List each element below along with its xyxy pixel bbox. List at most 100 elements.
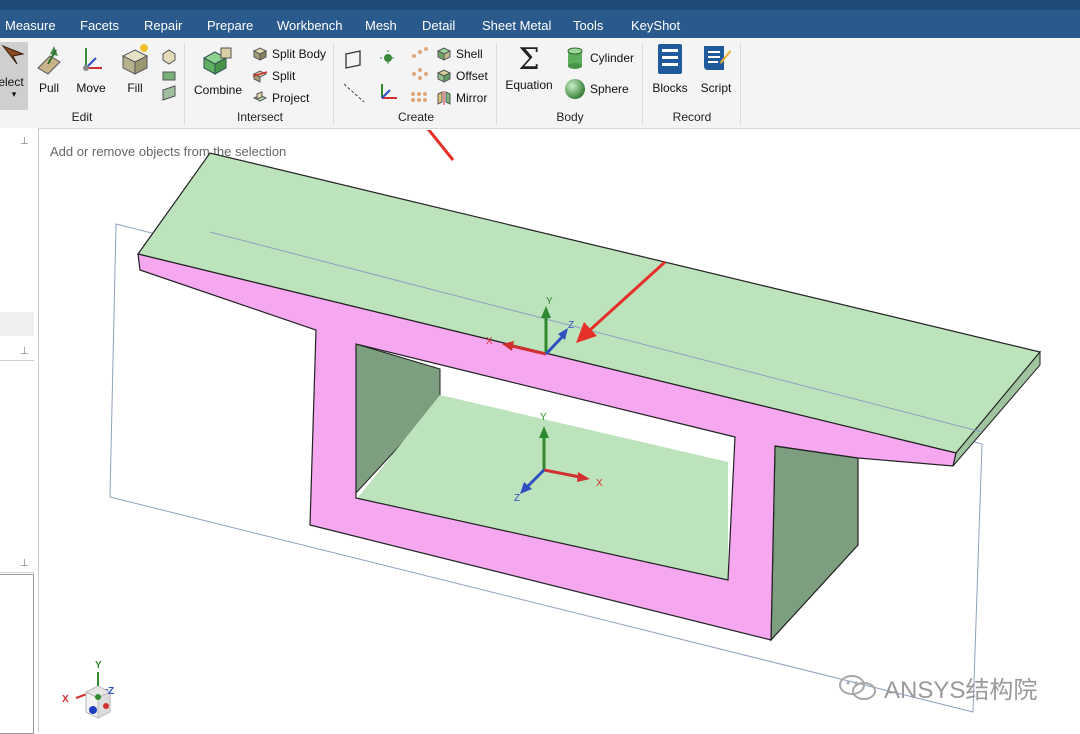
- fill-label: Fill: [127, 81, 143, 95]
- menu-keyshot[interactable]: KeyShot: [631, 18, 680, 34]
- sphere-icon: [565, 79, 585, 99]
- lower-x-label: X: [596, 478, 603, 489]
- menu-bar: Measure Facets Repair Prepare Workbench …: [0, 0, 1080, 38]
- menu-workbench[interactable]: Workbench: [277, 18, 343, 34]
- menu-mesh[interactable]: Mesh: [365, 18, 397, 34]
- pin-icon[interactable]: ⊥: [20, 346, 29, 357]
- split-body-label: Split Body: [272, 47, 327, 61]
- pin-icon[interactable]: ⊥: [20, 136, 29, 147]
- split-body-icon: [252, 47, 268, 61]
- split-body-button[interactable]: Split Body: [252, 46, 326, 62]
- equation-label: Equation: [505, 78, 553, 92]
- pull-label: Pull: [38, 81, 59, 95]
- menu-repair[interactable]: Repair: [144, 18, 182, 34]
- select-dropdown-icon: ▾: [11, 89, 17, 99]
- cylinder-button[interactable]: Cylinder: [564, 46, 634, 70]
- orientation-view-cube[interactable]: [75, 672, 112, 719]
- offset-icon: [436, 69, 452, 83]
- fill-icon: [121, 44, 149, 75]
- menu-detail[interactable]: Detail: [422, 18, 455, 34]
- shell-icon: [436, 47, 452, 61]
- panel-divider: [0, 360, 34, 361]
- lower-z-label: Z: [514, 493, 520, 504]
- upper-x-label: X: [486, 336, 493, 347]
- ribbon-separator: [333, 44, 334, 124]
- cylinder-icon: [567, 47, 583, 69]
- watermark: ANSYS结构院: [838, 670, 1037, 705]
- mirror-icon: [437, 91, 451, 105]
- ribbon-separator: [184, 44, 185, 124]
- script-label: Script: [700, 81, 732, 95]
- move-button[interactable]: Move: [73, 42, 109, 95]
- blocks-label: Blocks: [652, 81, 688, 95]
- equation-button[interactable]: Σ Equation: [504, 42, 554, 93]
- annotation-arrow-to-origin-tool: [426, 130, 455, 161]
- menu-prepare[interactable]: Prepare: [207, 18, 253, 34]
- menu-tools[interactable]: Tools: [573, 18, 603, 34]
- upper-y-label: Y: [546, 296, 553, 307]
- move-icon: [83, 48, 102, 71]
- model-canvas[interactable]: Y X Z Y X Z Y X Z: [40, 130, 1080, 732]
- select-label: elect: [0, 75, 24, 89]
- shell-label: Shell: [456, 47, 483, 61]
- panel-content-box: [0, 574, 34, 734]
- cylinder-label: Cylinder: [590, 51, 635, 65]
- ribbon-separator: [740, 44, 741, 124]
- pull-button[interactable]: Pull: [33, 42, 65, 95]
- panel-header: [0, 312, 34, 336]
- left-docked-panel: ⊥ ⊥ ⊥: [0, 128, 39, 734]
- ribbon-separator: [642, 44, 643, 124]
- axis-line-button[interactable]: [342, 80, 366, 107]
- move-label: Move: [76, 81, 106, 95]
- sphere-label: Sphere: [590, 82, 629, 96]
- upper-z-label: Z: [568, 320, 574, 331]
- offset-button[interactable]: Offset: [436, 68, 488, 84]
- title-strip: [0, 0, 1080, 10]
- split-button[interactable]: Split: [252, 68, 295, 84]
- rectangle-sketch-button[interactable]: [342, 48, 364, 73]
- blocks-button[interactable]: Blocks: [650, 42, 690, 95]
- design-viewport[interactable]: Add or remove objects from the selection…: [40, 130, 1080, 732]
- origin-button[interactable]: [376, 80, 400, 107]
- ribbon-separator: [496, 44, 497, 124]
- mirror-button[interactable]: Mirror: [436, 90, 487, 106]
- combine-label: Combine: [193, 83, 243, 97]
- sphere-button[interactable]: Sphere: [564, 78, 629, 100]
- group-label-create: Create: [397, 110, 435, 124]
- split-label: Split: [272, 69, 296, 83]
- offset-label: Offset: [456, 69, 488, 83]
- pattern-buttons[interactable]: [408, 46, 430, 113]
- point-button[interactable]: [378, 48, 398, 71]
- select-arrow-icon: [1, 44, 25, 65]
- sigma-icon: Σ: [518, 42, 540, 77]
- menu-sheet-metal[interactable]: Sheet Metal: [482, 18, 551, 34]
- pattern-icon: [411, 47, 428, 102]
- edit-extra-buttons[interactable]: [160, 46, 178, 107]
- project-label: Project: [272, 91, 310, 105]
- coordinate-origin-icon: [381, 84, 397, 99]
- project-icon: [252, 91, 268, 102]
- split-icon: [252, 70, 268, 83]
- lower-y-label: Y: [540, 412, 547, 423]
- script-icon: [704, 46, 731, 70]
- panel-divider: [0, 572, 34, 573]
- shell-button[interactable]: Shell: [436, 46, 483, 62]
- pin-icon[interactable]: ⊥: [20, 558, 29, 569]
- menu-measure[interactable]: Measure: [5, 18, 56, 34]
- group-label-edit: Edit: [71, 110, 93, 124]
- cube-z-label: Z: [108, 686, 114, 697]
- axis-line-icon: [343, 83, 365, 103]
- cube-x-label: X: [62, 694, 69, 705]
- ribbon-toolbar: elect ▾ Pull Move Fill Edit Combine Spli…: [0, 38, 1080, 129]
- select-button[interactable]: elect ▾: [0, 42, 28, 110]
- fill-button[interactable]: Fill: [118, 42, 152, 95]
- edit-tools-icon: [162, 49, 176, 101]
- blocks-icon: [658, 44, 682, 74]
- project-button[interactable]: Project: [252, 90, 309, 106]
- mirror-label: Mirror: [456, 91, 488, 105]
- group-label-intersect: Intersect: [236, 110, 284, 124]
- combine-button[interactable]: Combine: [192, 46, 244, 97]
- menu-facets[interactable]: Facets: [80, 18, 119, 34]
- script-button[interactable]: Script: [696, 42, 736, 95]
- watermark-text: ANSYS结构院: [884, 677, 1038, 704]
